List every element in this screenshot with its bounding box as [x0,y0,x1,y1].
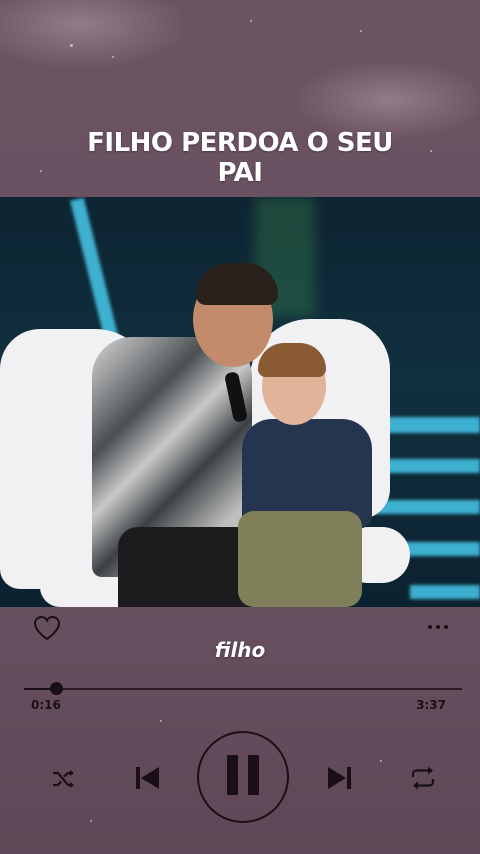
boy-legs [238,511,362,607]
stage-light [374,500,480,514]
pause-icon [224,753,262,801]
progress-knob[interactable] [50,682,64,695]
star-decoration [380,760,382,762]
star-decoration [70,44,73,47]
song-title: FILHO PERDOA O SEU PAI [0,128,480,188]
shuffle-icon[interactable] [50,765,78,793]
elapsed-time: 0:16 [31,698,61,712]
song-title-line-2: PAI [217,158,263,188]
stage-light [410,585,480,599]
star-decoration [112,56,114,58]
player-screen: FILHO PERDOA O SEU PAI filho 0:16 3:37 [0,0,480,854]
total-duration: 3:37 [416,698,446,712]
stage-light [404,542,480,556]
star-decoration [250,20,252,22]
man-hair [196,263,278,305]
star-decoration [360,30,362,32]
stage-light [70,197,120,347]
next-icon[interactable] [325,763,355,793]
album-photo [0,197,480,607]
current-lyric: filho [214,638,266,662]
play-pause-button[interactable] [197,731,289,823]
star-decoration [160,720,162,722]
song-title-line-1: FILHO PERDOA O SEU [87,128,393,158]
cloud-decoration [0,0,190,70]
progress-bar[interactable] [24,682,462,695]
man-legs [118,527,258,607]
star-decoration [90,820,92,822]
boy-hair [258,343,326,377]
repeat-icon[interactable] [408,764,438,792]
more-dots-icon[interactable] [426,618,450,636]
previous-icon[interactable] [132,763,162,793]
